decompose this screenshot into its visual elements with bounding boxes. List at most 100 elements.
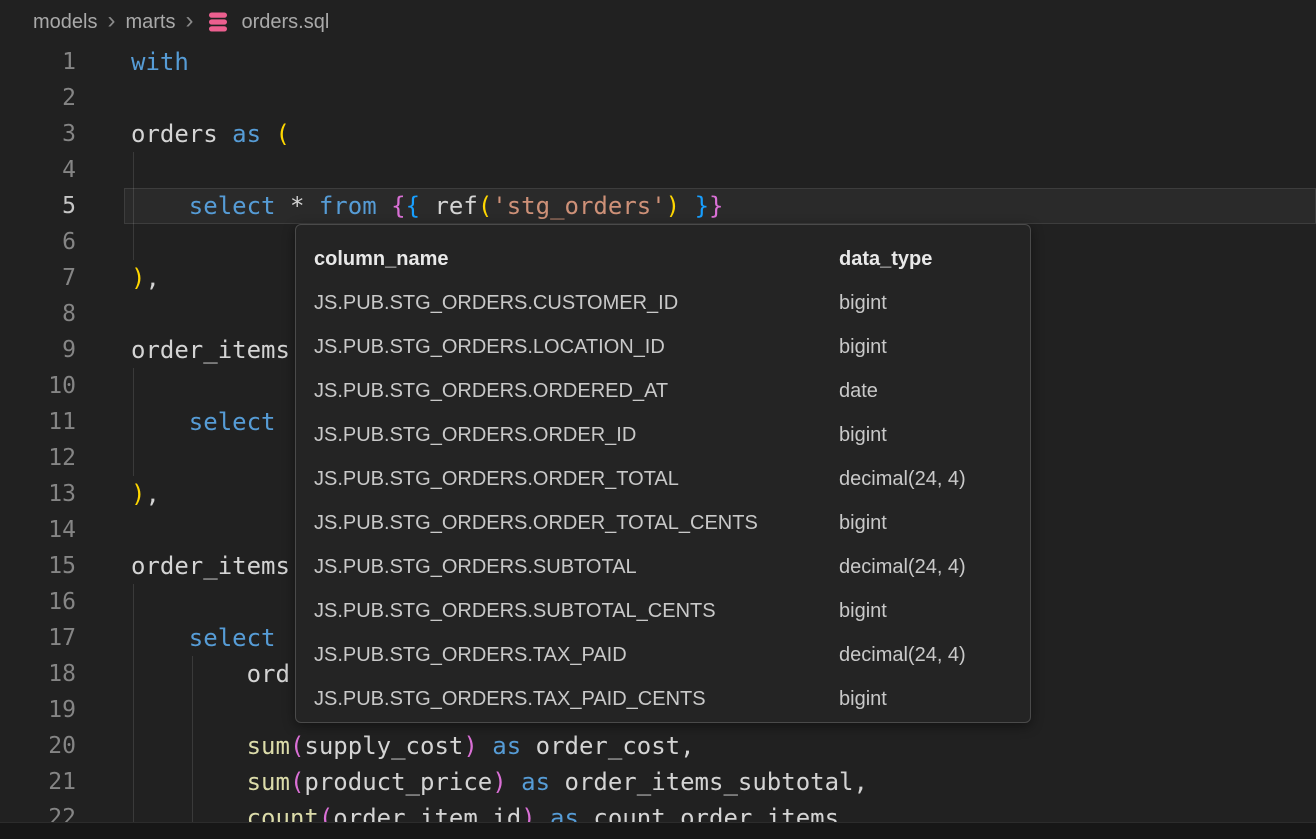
code-text: select * from {{ ref('stg_orders') }} — [131, 188, 723, 224]
data-type-cell: bigint — [839, 325, 1030, 369]
code-token: with — [131, 48, 189, 76]
code-token: sum — [247, 768, 290, 796]
line-number[interactable]: 5 — [0, 188, 76, 224]
line-number[interactable]: 14 — [0, 512, 76, 548]
code-token: ) — [492, 768, 506, 796]
code-line[interactable]: 2 — [0, 80, 1316, 116]
code-text: order_items — [131, 548, 290, 584]
code-text: with — [131, 44, 189, 80]
column-name-cell: JS.PUB.STG_ORDERS.SUBTOTAL_CENTS — [296, 589, 839, 633]
code-token: ) — [131, 480, 145, 508]
code-token: product_price — [304, 768, 492, 796]
breadcrumb-item-marts[interactable]: marts — [125, 11, 175, 34]
code-token: * — [276, 192, 319, 220]
data-type-cell: bigint — [839, 281, 1030, 325]
code-token — [261, 120, 275, 148]
column-name-cell: JS.PUB.STG_ORDERS.ORDER_TOTAL_CENTS — [296, 501, 839, 545]
breadcrumb-file-name[interactable]: orders.sql — [241, 11, 329, 34]
line-number[interactable]: 11 — [0, 404, 76, 440]
code-token: ( — [290, 768, 304, 796]
line-number[interactable]: 17 — [0, 620, 76, 656]
line-number[interactable]: 18 — [0, 656, 76, 692]
code-line[interactable]: 21 sum(product_price) as order_items_sub… — [0, 764, 1316, 800]
column-name-cell: JS.PUB.STG_ORDERS.CUSTOMER_ID — [296, 281, 839, 325]
line-number[interactable]: 9 — [0, 332, 76, 368]
code-token: , — [145, 480, 159, 508]
chevron-right-icon: › — [107, 9, 115, 33]
code-token — [420, 192, 434, 220]
code-token — [377, 192, 391, 220]
column-row: JS.PUB.STG_ORDERS.TAX_PAIDdecimal(24, 4) — [296, 633, 1030, 677]
line-number[interactable]: 1 — [0, 44, 76, 80]
data-type-cell: bigint — [839, 677, 1030, 721]
code-line[interactable]: 5 select * from {{ ref('stg_orders') }} — [0, 188, 1316, 224]
code-token: as — [492, 732, 521, 760]
code-token: supply_cost — [304, 732, 463, 760]
line-number[interactable]: 10 — [0, 368, 76, 404]
code-token: select — [189, 408, 276, 436]
code-token: ref — [434, 192, 477, 220]
breadcrumb-item-models[interactable]: models — [33, 11, 97, 34]
column-name-cell: JS.PUB.STG_ORDERS.TAX_PAID_CENTS — [296, 677, 839, 721]
code-token: ( — [290, 732, 304, 760]
code-line[interactable]: 1 with — [0, 44, 1316, 80]
line-number[interactable]: 20 — [0, 728, 76, 764]
line-number[interactable]: 19 — [0, 692, 76, 728]
code-token — [131, 624, 189, 652]
line-number[interactable]: 3 — [0, 116, 76, 152]
bottom-bar — [0, 822, 1316, 839]
code-token: ( — [276, 120, 290, 148]
popup-header-column-name: column_name — [296, 237, 839, 281]
popup-header-data-type: data_type — [839, 237, 1030, 281]
line-number[interactable]: 7 — [0, 260, 76, 296]
column-row: JS.PUB.STG_ORDERS.ORDER_TOTAL_CENTSbigin… — [296, 501, 1030, 545]
code-token: } — [695, 192, 709, 220]
column-row: JS.PUB.STG_ORDERS.ORDERED_ATdate — [296, 369, 1030, 413]
code-line[interactable]: 20 sum(supply_cost) as order_cost, — [0, 728, 1316, 764]
code-token: as — [521, 768, 550, 796]
line-number[interactable]: 6 — [0, 224, 76, 260]
line-number[interactable]: 4 — [0, 152, 76, 188]
code-token — [131, 408, 189, 436]
code-line[interactable]: 3 orders as ( — [0, 116, 1316, 152]
code-token: } — [709, 192, 723, 220]
code-token — [131, 192, 189, 220]
line-number[interactable]: 12 — [0, 440, 76, 476]
code-token: order_items — [131, 552, 290, 580]
breadcrumb: models › marts › orders.sql — [0, 0, 1316, 44]
chevron-right-icon: › — [185, 9, 193, 33]
column-row: JS.PUB.STG_ORDERS.SUBTOTALdecimal(24, 4) — [296, 545, 1030, 589]
code-text: ), — [131, 260, 160, 296]
code-token: orders — [131, 120, 232, 148]
popup-rows: JS.PUB.STG_ORDERS.CUSTOMER_IDbigintJS.PU… — [296, 281, 1030, 721]
data-type-cell: decimal(24, 4) — [839, 545, 1030, 589]
code-token: sum — [247, 732, 290, 760]
code-line[interactable]: 4 — [0, 152, 1316, 188]
line-number[interactable]: 2 — [0, 80, 76, 116]
line-number[interactable]: 21 — [0, 764, 76, 800]
code-token: as — [232, 120, 261, 148]
code-text: sum(product_price) as order_items_subtot… — [131, 764, 868, 800]
code-token: order_cost, — [521, 732, 694, 760]
line-number[interactable]: 16 — [0, 584, 76, 620]
data-type-cell: decimal(24, 4) — [839, 633, 1030, 677]
line-number[interactable]: 8 — [0, 296, 76, 332]
column-name-cell: JS.PUB.STG_ORDERS.ORDER_ID — [296, 413, 839, 457]
popup-header-row: column_name data_type — [296, 237, 1030, 281]
data-type-cell: bigint — [839, 413, 1030, 457]
code-token: select — [189, 624, 276, 652]
code-token: 'stg_orders' — [492, 192, 665, 220]
code-token: ( — [478, 192, 492, 220]
code-token: { — [406, 192, 420, 220]
code-text: sum(supply_cost) as order_cost, — [131, 728, 695, 764]
code-text: ord — [131, 656, 290, 692]
data-type-cell: bigint — [839, 589, 1030, 633]
code-token: ord — [131, 660, 290, 688]
code-token: order_items_subtotal, — [550, 768, 868, 796]
column-row: JS.PUB.STG_ORDERS.TAX_PAID_CENTSbigint — [296, 677, 1030, 721]
code-token — [131, 768, 247, 796]
line-number[interactable]: 15 — [0, 548, 76, 584]
code-token: select — [189, 192, 276, 220]
line-number[interactable]: 13 — [0, 476, 76, 512]
column-name-cell: JS.PUB.STG_ORDERS.ORDERED_AT — [296, 369, 839, 413]
